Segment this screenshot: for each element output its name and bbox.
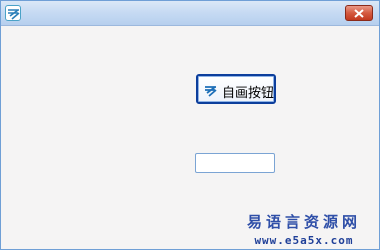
watermark-url: www.e5a5x.com [254,234,354,247]
app-logo-icon[interactable] [5,5,21,21]
app-logo-icon [204,83,220,97]
watermark: 易语言资源网 www.e5a5x.com [247,211,361,247]
close-icon [354,9,364,18]
title-bar[interactable] [1,1,379,26]
client-area: 自画按钮 易语言资源网 www.e5a5x.com [1,26,379,249]
self-draw-button[interactable]: 自画按钮 [196,74,276,104]
button-label: 自画按钮 [222,86,275,101]
close-button[interactable] [345,5,373,21]
main-window: 自画按钮 易语言资源网 www.e5a5x.com [0,0,380,250]
text-input[interactable] [195,153,275,173]
watermark-name: 易语言资源网 [246,213,361,231]
